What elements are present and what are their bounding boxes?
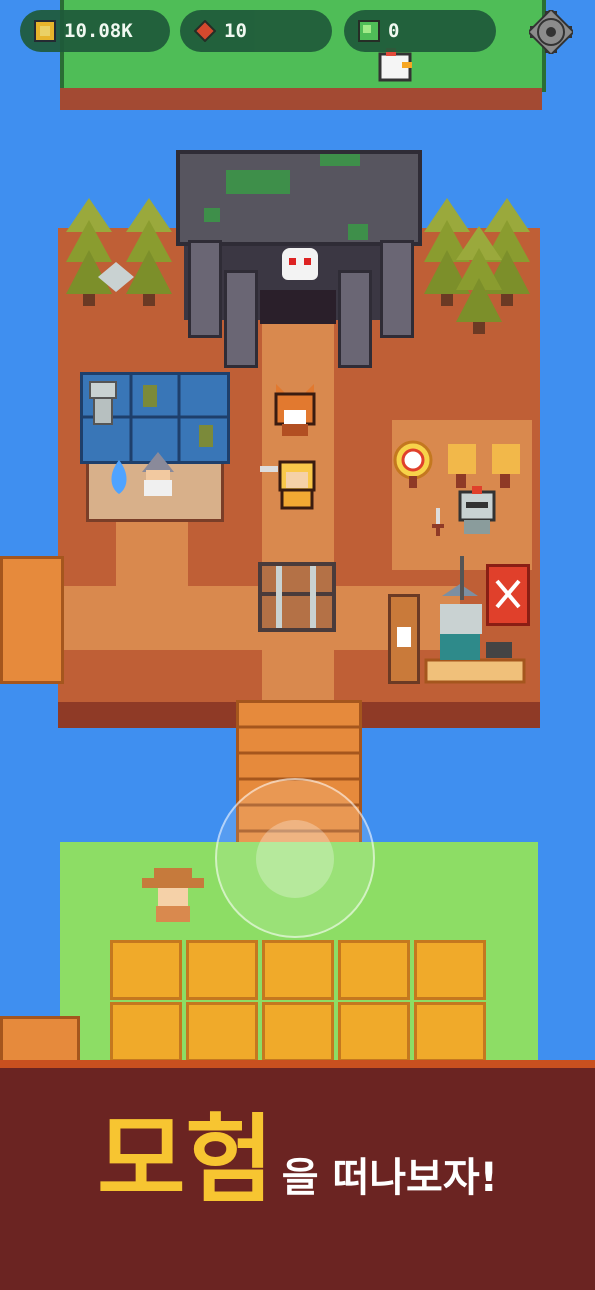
- wheat-crop[interactable]: [414, 940, 486, 1000]
- knight-npc-sprite[interactable]: [454, 486, 500, 536]
- chest-bands: [262, 566, 332, 628]
- headline-emphasis: 모험: [97, 1104, 274, 1216]
- meat-counter: 10: [180, 10, 332, 52]
- green-gem-icon: [358, 20, 380, 42]
- meat-value: 10: [224, 20, 247, 42]
- wheat-crop[interactable]: [110, 1002, 182, 1062]
- paper-note: [397, 627, 411, 647]
- headline-rest: 을 떠나보자!: [281, 1155, 498, 1201]
- gold-coin-icon: [34, 20, 56, 42]
- wizard-shopkeeper-sprite[interactable]: [136, 452, 180, 498]
- gear-icon[interactable]: [529, 10, 573, 54]
- sword-in-ground-icon: [432, 508, 444, 536]
- fox-npc-sprite[interactable]: [270, 384, 320, 438]
- hero-player-sprite[interactable]: [258, 458, 322, 512]
- top-island-cliff: [60, 88, 542, 110]
- temple-pillar-inner-right: [338, 270, 372, 368]
- meat-icon: [194, 20, 216, 42]
- wheat-crop[interactable]: [186, 1002, 258, 1062]
- wheat-crop[interactable]: [262, 1002, 334, 1062]
- temple-entrance[interactable]: [260, 290, 336, 324]
- farmer-npc-sprite[interactable]: [140, 866, 206, 926]
- training-dummies[interactable]: [442, 440, 530, 490]
- rock: [98, 262, 134, 292]
- wheat-crop[interactable]: [110, 940, 182, 1000]
- temple-pillar-right: [380, 240, 414, 338]
- wheat-crop[interactable]: [262, 940, 334, 1000]
- left-dock[interactable]: [0, 556, 64, 684]
- wheat-crop[interactable]: [414, 1002, 486, 1062]
- target-dummy-icon[interactable]: [392, 440, 434, 490]
- promo-headline: 모험 을 떠나보자!: [0, 1112, 595, 1208]
- armor-display-icon: [89, 381, 117, 425]
- gem-counter: 0: [344, 10, 496, 52]
- weapon-rack[interactable]: [388, 594, 420, 684]
- temple-pillar-inner-left: [224, 270, 258, 368]
- wheat-crop[interactable]: [338, 1002, 410, 1062]
- treasure-chest[interactable]: [258, 562, 336, 632]
- blacksmith-stall[interactable]: [420, 556, 530, 688]
- shop-path: [116, 522, 188, 592]
- temple-pillar-left: [188, 240, 222, 338]
- joystick-knob[interactable]: [256, 820, 334, 898]
- temple-roof: [176, 150, 422, 246]
- blue-flame-icon: [111, 460, 127, 494]
- wheat-crop[interactable]: [338, 940, 410, 1000]
- skull-icon: [282, 248, 318, 280]
- gold-counter: 10.08K: [20, 10, 170, 52]
- moss-decoration: [204, 154, 368, 240]
- gold-value: 10.08K: [64, 20, 133, 42]
- gem-value: 0: [388, 20, 400, 42]
- wheat-crop[interactable]: [186, 940, 258, 1000]
- pine-tree: [456, 226, 502, 334]
